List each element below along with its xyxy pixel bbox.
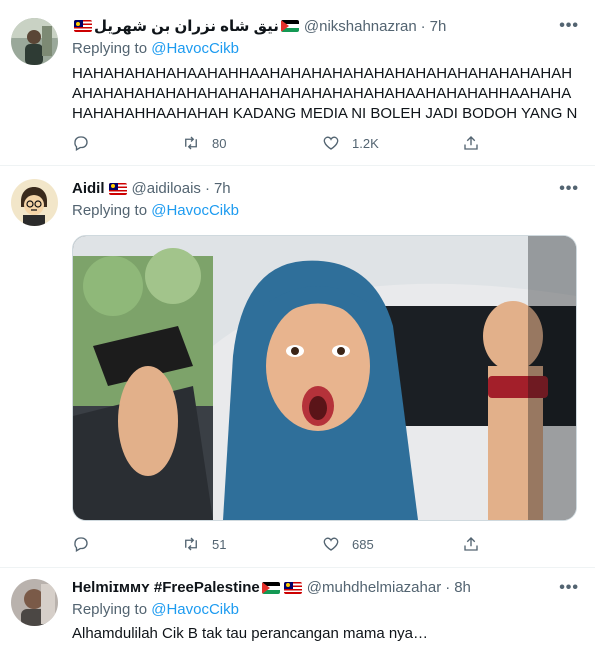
- tweet-header: Aidil @aidiloais · 7h: [72, 180, 231, 197]
- replying-to-label: Replying to: [72, 40, 148, 57]
- tweet-header: Helmiɪᴍᴍʏ #FreePalestine @muhdhelmiazaha…: [72, 579, 471, 596]
- avatar[interactable]: [11, 579, 58, 626]
- tweet-2[interactable]: Aidil @aidiloais · 7h ••• Replying to @H…: [0, 165, 595, 568]
- palestine-flag-icon: [261, 581, 280, 594]
- retweet-button[interactable]: 80: [182, 134, 322, 152]
- replying-to-label: Replying to: [72, 202, 148, 219]
- tweet-photo[interactable]: [72, 235, 577, 521]
- user-handle[interactable]: @aidiloais: [132, 180, 201, 197]
- tweet-text: HAHAHAHAHAHAAHAHHAAHAHAHAHAHAHAHAHAHAHAH…: [72, 65, 578, 122]
- separator-dot: ·: [420, 17, 426, 35]
- reply-button[interactable]: [72, 535, 182, 553]
- user-handle[interactable]: @muhdhelmiazahar: [307, 579, 441, 596]
- share-button[interactable]: [462, 535, 480, 553]
- avatar[interactable]: [11, 179, 58, 226]
- display-name[interactable]: Helmiɪᴍᴍʏ #FreePalestine: [72, 579, 260, 596]
- retweet-count: 80: [212, 135, 227, 151]
- like-button[interactable]: 685: [322, 535, 462, 553]
- tweet-3[interactable]: Helmiɪᴍᴍʏ #FreePalestine @muhdhelmiazaha…: [0, 567, 595, 657]
- like-count: 685: [352, 536, 374, 552]
- reply-button[interactable]: [72, 134, 182, 152]
- like-button[interactable]: 1.2K: [322, 134, 462, 152]
- share-icon: [464, 537, 478, 551]
- palestine-flag-icon: [280, 20, 299, 32]
- malaysia-flag-icon: [74, 20, 92, 32]
- timestamp[interactable]: 7h: [214, 180, 231, 197]
- mention-link[interactable]: @HavocCikb: [151, 202, 239, 219]
- replying-to: Replying to @HavocCikb: [72, 601, 239, 618]
- malaysia-flag-icon: [108, 182, 127, 195]
- display-name[interactable]: نيق شاه نزران بن شهريل: [94, 17, 279, 35]
- retweet-count: 51: [212, 536, 227, 552]
- share-button[interactable]: [462, 134, 480, 152]
- reply-icon: [74, 537, 88, 552]
- replying-to-label: Replying to: [72, 601, 148, 618]
- display-name[interactable]: Aidil: [72, 180, 105, 197]
- replying-to: Replying to @HavocCikb: [72, 40, 239, 57]
- retweet-button[interactable]: 51: [182, 535, 322, 553]
- like-count: 1.2K: [352, 135, 379, 151]
- retweet-icon: [185, 537, 197, 551]
- tweet-header: نيق شاه نزران بن شهريل @nikshahnazran · …: [72, 17, 446, 35]
- malaysia-flag-icon: [283, 581, 302, 594]
- reply-icon: [74, 136, 88, 151]
- share-icon: [464, 136, 478, 150]
- separator-dot: ·: [445, 579, 451, 596]
- tweet-actions: 51 685: [72, 535, 502, 553]
- more-icon[interactable]: •••: [559, 180, 579, 198]
- mention-link[interactable]: @HavocCikb: [151, 601, 239, 618]
- more-icon[interactable]: •••: [559, 579, 579, 597]
- user-handle[interactable]: @nikshahnazran: [304, 18, 417, 35]
- separator-dot: ·: [204, 180, 210, 197]
- more-icon[interactable]: •••: [559, 17, 579, 35]
- tweet-1[interactable]: نيق شاه نزران بن شهريل @nikshahnazran · …: [0, 0, 595, 166]
- like-icon: [323, 136, 339, 150]
- tweet-actions: 80 1.2K: [72, 134, 502, 152]
- timestamp[interactable]: 8h: [454, 579, 471, 596]
- like-icon: [323, 537, 339, 551]
- mention-link[interactable]: @HavocCikb: [151, 40, 239, 57]
- avatar[interactable]: [11, 18, 58, 65]
- replying-to: Replying to @HavocCikb: [72, 202, 239, 219]
- tweet-text: Alhamdulilah Cik B tak tau perancangan m…: [72, 625, 429, 642]
- retweet-icon: [185, 136, 197, 150]
- timestamp[interactable]: 7h: [430, 18, 447, 35]
